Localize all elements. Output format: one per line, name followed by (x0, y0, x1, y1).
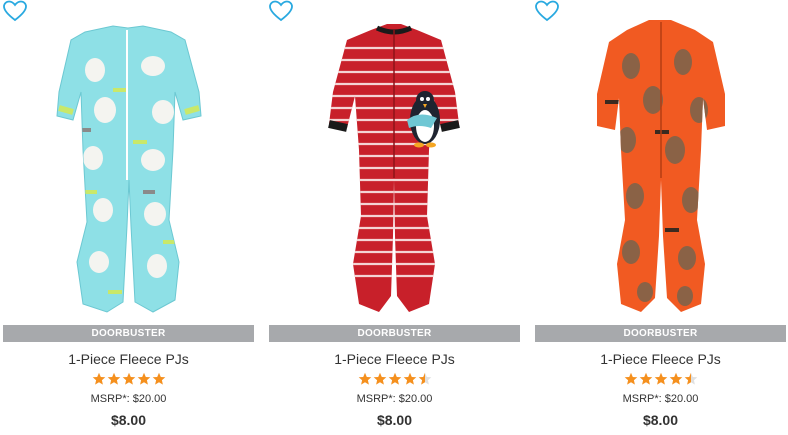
star-rating (535, 372, 786, 388)
sale-price: $8.00 (376, 412, 413, 428)
star-icon (403, 372, 416, 385)
star-rating (3, 372, 254, 388)
product-grid: DOORBUSTER 1-Piece Fleece PJs MSRP*: $20… (0, 0, 788, 435)
heart-outline-icon[interactable] (3, 0, 27, 22)
doorbuster-badge: DOORBUSTER (535, 325, 786, 342)
star-icon (654, 372, 667, 385)
star-icon (92, 372, 105, 385)
product-card[interactable]: DOORBUSTER 1-Piece Fleece PJs MSRP*: $20… (535, 0, 786, 435)
msrp-price: MSRP*: $20.00 (622, 393, 699, 405)
star-icon (669, 372, 682, 385)
star-icon (137, 372, 150, 385)
star-icon (418, 372, 431, 385)
star-icon (107, 372, 120, 385)
doorbuster-badge: DOORBUSTER (269, 325, 520, 342)
heart-outline-icon[interactable] (269, 0, 293, 22)
sale-price: $8.00 (642, 412, 679, 428)
star-icon (122, 372, 135, 385)
star-icon (152, 372, 165, 385)
product-image[interactable] (269, 0, 520, 322)
star-rating (269, 372, 520, 388)
star-icon (639, 372, 652, 385)
star-icon (624, 372, 637, 385)
star-icon (358, 372, 371, 385)
product-title[interactable]: 1-Piece Fleece PJs (3, 351, 254, 367)
sale-price: $8.00 (110, 412, 147, 428)
doorbuster-badge: DOORBUSTER (3, 325, 254, 342)
product-card[interactable]: DOORBUSTER 1-Piece Fleece PJs MSRP*: $20… (269, 0, 520, 435)
product-title[interactable]: 1-Piece Fleece PJs (269, 351, 520, 367)
product-title[interactable]: 1-Piece Fleece PJs (535, 351, 786, 367)
msrp-price: MSRP*: $20.00 (356, 393, 433, 405)
product-image[interactable] (3, 0, 254, 322)
star-icon (388, 372, 401, 385)
star-icon (373, 372, 386, 385)
product-card[interactable]: DOORBUSTER 1-Piece Fleece PJs MSRP*: $20… (3, 0, 254, 435)
product-image[interactable] (535, 0, 786, 322)
star-icon (684, 372, 697, 385)
heart-outline-icon[interactable] (535, 0, 559, 22)
msrp-price: MSRP*: $20.00 (90, 393, 167, 405)
